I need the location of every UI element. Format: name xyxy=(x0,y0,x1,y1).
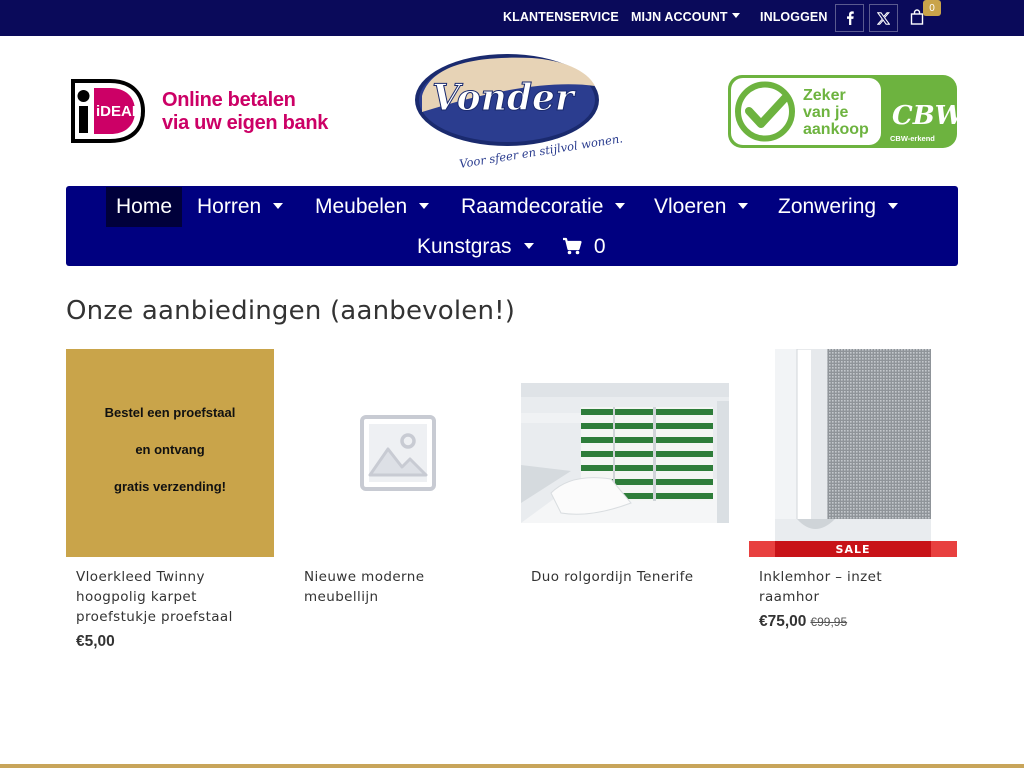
cbw-line2: van je xyxy=(803,104,848,121)
brand-name: Vonder xyxy=(432,77,577,119)
shopping-bag-icon[interactable] xyxy=(910,9,924,25)
nav-item-vloeren[interactable]: Vloeren xyxy=(654,195,749,218)
ideal-logo: iDEAL xyxy=(71,79,146,143)
product-image[interactable] xyxy=(294,349,502,557)
cart-count-badge: 0 xyxy=(923,0,941,16)
cbw-line1: Zeker xyxy=(803,87,846,104)
nav-cart[interactable]: 0 xyxy=(562,236,606,257)
caret-down-icon xyxy=(523,243,534,249)
nav-item-label: Zonwering xyxy=(778,195,877,218)
my-account-link[interactable]: MIJN ACCOUNT xyxy=(631,10,740,24)
ideal-slogan-line2: via uw eigen bank xyxy=(162,112,329,134)
x-twitter-icon[interactable] xyxy=(869,4,898,32)
top-bar: KLANTENSERVICE MIJN ACCOUNT INLOGGEN 0 xyxy=(0,0,1024,36)
vonder-logo[interactable]: Vonder Voor sfeer en stijlvol wonen. xyxy=(412,50,622,178)
login-link[interactable]: INLOGGEN xyxy=(760,10,827,24)
product-image[interactable] xyxy=(521,349,729,557)
product-card: Nieuwe moderne meubellijn xyxy=(294,349,502,607)
product-name[interactable]: Inklemhor – inzet raamhor xyxy=(749,567,957,607)
chevron-down-icon xyxy=(731,13,740,18)
caret-down-icon xyxy=(615,203,626,209)
product-photo xyxy=(775,349,931,541)
product-name[interactable]: Nieuwe moderne meubellijn xyxy=(294,567,502,607)
nav-item-meubelen[interactable]: Meubelen xyxy=(315,195,430,218)
ideal-logo-text: iDEAL xyxy=(96,103,141,120)
promo-line1: Bestel een proefstaal xyxy=(104,405,236,420)
nav-item-horren[interactable]: Horren xyxy=(197,195,284,218)
placeholder-image-icon xyxy=(360,415,436,491)
current-price: €75,00 xyxy=(759,613,807,630)
ideal-slogan-line1: Online betalen xyxy=(162,89,296,111)
promo-line3: gratis verzending! xyxy=(114,479,226,494)
product-photo xyxy=(521,383,729,523)
cart-icon xyxy=(563,237,582,255)
caret-down-icon xyxy=(273,203,284,209)
product-card: Bestel een proefstaal en ontvang gratis … xyxy=(66,349,274,651)
product-name[interactable]: Duo rolgordijn Tenerife xyxy=(521,567,729,587)
promo-line2: en ontvang xyxy=(135,442,205,457)
sale-label: SALE xyxy=(775,541,931,557)
product-image[interactable]: Bestel een proefstaal en ontvang gratis … xyxy=(66,349,274,557)
sale-ribbon: SALE xyxy=(749,541,957,557)
footer-divider xyxy=(0,764,1024,768)
main-navigation: Home Horren Meubelen Raamdecoratie Vloer… xyxy=(66,186,958,266)
nav-item-label: Meubelen xyxy=(315,195,408,218)
nav-item-kunstgras[interactable]: Kunstgras xyxy=(417,236,534,257)
section-title: Onze aanbiedingen (aanbevolen!) xyxy=(66,296,516,326)
nav-cart-count: 0 xyxy=(593,235,606,258)
nav-item-label: Kunstgras xyxy=(417,235,512,258)
facebook-icon[interactable] xyxy=(835,4,864,32)
cbw-monogram: CBW xyxy=(892,101,958,131)
product-price: €5,00 xyxy=(76,633,115,650)
product-card: SALE Inklemhor – inzet raamhor €75,00 €99… xyxy=(749,349,957,631)
nav-item-raamdecoratie[interactable]: Raamdecoratie xyxy=(461,195,626,218)
caret-down-icon xyxy=(419,203,430,209)
nav-item-label: Raamdecoratie xyxy=(461,195,604,218)
ideal-slogan: Online betalen via uw eigen bank xyxy=(162,89,328,135)
caret-down-icon xyxy=(888,203,899,209)
cbw-badge: Zeker van je aankoop CBW CBW-erkend xyxy=(728,75,958,148)
nav-item-zonwering[interactable]: Zonwering xyxy=(778,195,899,218)
nav-item-label: Horren xyxy=(197,195,262,218)
cbw-line3: aankoop xyxy=(803,121,869,138)
customer-service-link[interactable]: KLANTENSERVICE xyxy=(503,10,619,24)
product-image[interactable]: SALE xyxy=(749,349,957,557)
product-card: Duo rolgordijn Tenerife xyxy=(521,349,729,587)
nav-item-home[interactable]: Home xyxy=(106,187,183,227)
cbw-badge-label: CBW-erkend xyxy=(890,134,935,143)
my-account-label: MIJN ACCOUNT xyxy=(631,10,728,24)
old-price: €99,95 xyxy=(810,615,848,629)
product-name[interactable]: Vloerkleed Twinny hoogpolig karpet proef… xyxy=(66,567,274,627)
nav-item-label: Vloeren xyxy=(654,195,727,218)
caret-down-icon xyxy=(738,203,749,209)
product-price: €75,00 €99,95 xyxy=(749,613,957,631)
